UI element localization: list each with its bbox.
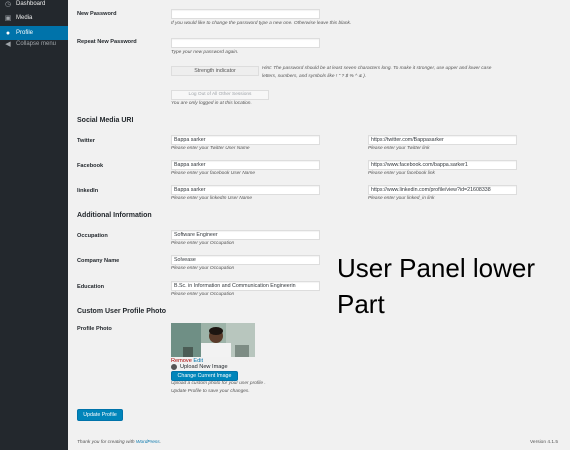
- footer-thanks: Thank you for creating with WordPress.: [77, 440, 162, 445]
- new-password-label: New Password: [77, 11, 117, 17]
- overlay-title-line1: User Panel lower: [337, 253, 535, 283]
- twitter-label: Twitter: [77, 138, 95, 144]
- new-password-desc: If you would like to change the password…: [171, 21, 352, 26]
- sidebar-item-dashboard[interactable]: ◷ Dashboard: [0, 0, 68, 11]
- collapse-menu-button[interactable]: ◀ Collapse menu: [0, 37, 68, 51]
- profile-photo-label: Profile Photo: [77, 326, 112, 332]
- company-input[interactable]: Solvease: [171, 255, 320, 265]
- social-media-heading: Social Media URI: [77, 117, 134, 124]
- sidebar-item-media[interactable]: ▣ Media: [0, 11, 68, 25]
- overlay-title-line2: Part: [337, 289, 385, 319]
- twitter-url-desc: Please enter your Twitter link: [368, 146, 430, 151]
- twitter-url-input[interactable]: https://twitter.com/Bappasarker: [368, 135, 517, 145]
- education-desc: Please enter your Occupation: [171, 292, 235, 297]
- media-icon: ▣: [4, 15, 12, 22]
- occupation-input[interactable]: Software Engineer: [171, 230, 320, 240]
- repeat-password-desc: Type your new password again.: [171, 50, 239, 55]
- twitter-username-input[interactable]: Bappa sarker: [171, 135, 320, 145]
- linkedin-username-input[interactable]: Bappa sarker: [171, 185, 320, 195]
- dashboard-icon: ◷: [4, 1, 12, 8]
- facebook-username-desc: Please enter your facebook User Name: [171, 171, 255, 176]
- sessions-desc: You are only logged in at this location.: [171, 101, 252, 106]
- company-desc: Please enter your Occupation: [171, 266, 235, 271]
- facebook-url-input[interactable]: https://www.facebook.com/bappa.sarker1: [368, 160, 517, 170]
- password-hint-2: letters, numbers, and symbols like ! " ?…: [262, 74, 367, 79]
- photo-desc-2: Update Profile to save your changes.: [171, 389, 250, 394]
- upload-new-image-option[interactable]: Upload New Image: [171, 364, 228, 370]
- admin-sidebar: ◷ Dashboard ▣ Media ● Profile ◀ Collapse…: [0, 0, 68, 450]
- linkedin-username-desc: Please enter your linkedIn User Name: [171, 196, 253, 201]
- change-current-image-button[interactable]: Change Current Image: [171, 371, 238, 381]
- occupation-label: Occupation: [77, 233, 108, 239]
- education-input[interactable]: B.Sc. in Information and Communication E…: [171, 281, 320, 291]
- strength-indicator: Strength indicator: [171, 66, 259, 76]
- company-label: Company Name: [77, 258, 120, 264]
- education-label: Education: [77, 284, 105, 290]
- facebook-url-desc: Please enter your facebook link: [368, 171, 435, 176]
- facebook-username-input[interactable]: Bappa sarker: [171, 160, 320, 170]
- password-hint: Hint: The password should be at least se…: [262, 66, 492, 71]
- repeat-password-input[interactable]: [171, 38, 320, 48]
- logout-other-sessions-button[interactable]: Log Out of All Other Sessions: [171, 90, 269, 100]
- additional-info-heading: Additional Information: [77, 212, 152, 219]
- twitter-username-desc: Please enter your Twitter User Name: [171, 146, 250, 151]
- custom-photo-heading: Custom User Profile Photo: [77, 308, 167, 315]
- collapse-icon: ◀: [5, 41, 11, 48]
- linkedin-url-input[interactable]: https://www.linkedin.com/profile/view?id…: [368, 185, 517, 195]
- user-icon: ●: [5, 29, 11, 37]
- profile-photo-image: [171, 323, 255, 357]
- radio-icon[interactable]: [171, 364, 177, 370]
- wordpress-link[interactable]: WordPress: [136, 440, 160, 445]
- repeat-password-label: Repeat New Password: [77, 39, 137, 45]
- update-profile-button[interactable]: Update Profile: [77, 409, 123, 421]
- occupation-desc: Please enter your Occupation: [171, 241, 235, 246]
- linkedin-label: linkedIn: [77, 188, 99, 194]
- photo-desc-1: Upload a custom photo for your user prof…: [171, 381, 266, 386]
- facebook-label: Facebook: [77, 163, 104, 169]
- profile-form: New Password If you would like to change…: [68, 0, 570, 450]
- new-password-input[interactable]: [171, 9, 320, 19]
- linkedin-url-desc: Please enter your linked_in link: [368, 196, 435, 201]
- footer-version: Version 4.1.5: [530, 440, 559, 445]
